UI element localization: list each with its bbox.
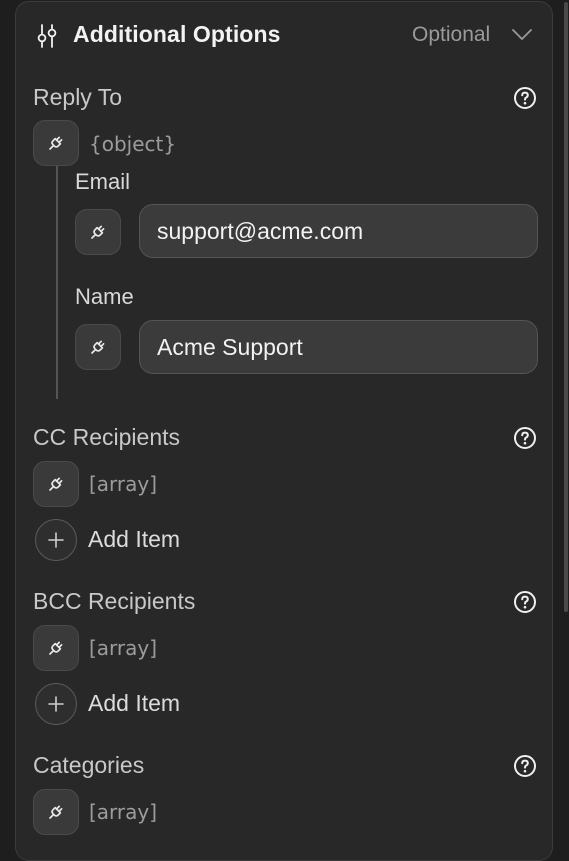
plug-icon — [46, 638, 66, 658]
plug-icon — [46, 474, 66, 494]
reply-to-help-icon[interactable] — [513, 86, 537, 110]
tree-line — [56, 166, 58, 399]
plug-icon — [46, 802, 66, 822]
section-header[interactable]: Additional Options Optional — [16, 2, 552, 70]
categories-type: [array] — [89, 800, 158, 824]
bcc-recipients-type: [array] — [89, 636, 158, 660]
name-field[interactable]: Acme Support — [139, 320, 538, 374]
scrollbar-thumb[interactable] — [564, 2, 568, 612]
reply-to-label: Reply To — [33, 84, 123, 110]
section-title: Additional Options — [73, 21, 281, 47]
sliders-icon — [37, 24, 57, 48]
bcc-add-item-label[interactable]: Add Item — [88, 690, 180, 717]
plus-icon — [46, 694, 66, 714]
cc-add-item-label[interactable]: Add Item — [88, 526, 180, 553]
email-label: Email — [75, 169, 131, 194]
bcc-recipients-help-icon[interactable] — [513, 590, 537, 614]
plus-icon — [46, 530, 66, 550]
name-label: Name — [75, 284, 134, 309]
email-connect-button[interactable] — [75, 209, 121, 255]
optional-badge: Optional — [412, 23, 491, 46]
additional-options-panel: Additional Options Optional Reply To {ob… — [15, 1, 553, 861]
plug-icon — [88, 337, 108, 357]
categories-label: Categories — [33, 752, 145, 778]
bcc-add-item-button[interactable] — [35, 683, 77, 725]
cc-recipients-help-icon[interactable] — [513, 426, 537, 450]
bcc-recipients-connect-button[interactable] — [33, 625, 79, 671]
plug-icon — [88, 222, 108, 242]
chevron-down-icon[interactable] — [512, 29, 532, 41]
plug-icon — [46, 133, 66, 153]
reply-to-connect-button[interactable] — [33, 120, 79, 166]
categories-help-icon[interactable] — [513, 754, 537, 778]
cc-recipients-type: [array] — [89, 472, 158, 496]
cc-recipients-connect-button[interactable] — [33, 461, 79, 507]
email-field[interactable]: support@acme.com — [139, 204, 538, 258]
categories-connect-button[interactable] — [33, 789, 79, 835]
bcc-recipients-label: BCC Recipients — [33, 588, 196, 614]
name-connect-button[interactable] — [75, 324, 121, 370]
cc-recipients-label: CC Recipients — [33, 424, 180, 450]
reply-to-type: {object} — [89, 132, 177, 156]
cc-add-item-button[interactable] — [35, 519, 77, 561]
